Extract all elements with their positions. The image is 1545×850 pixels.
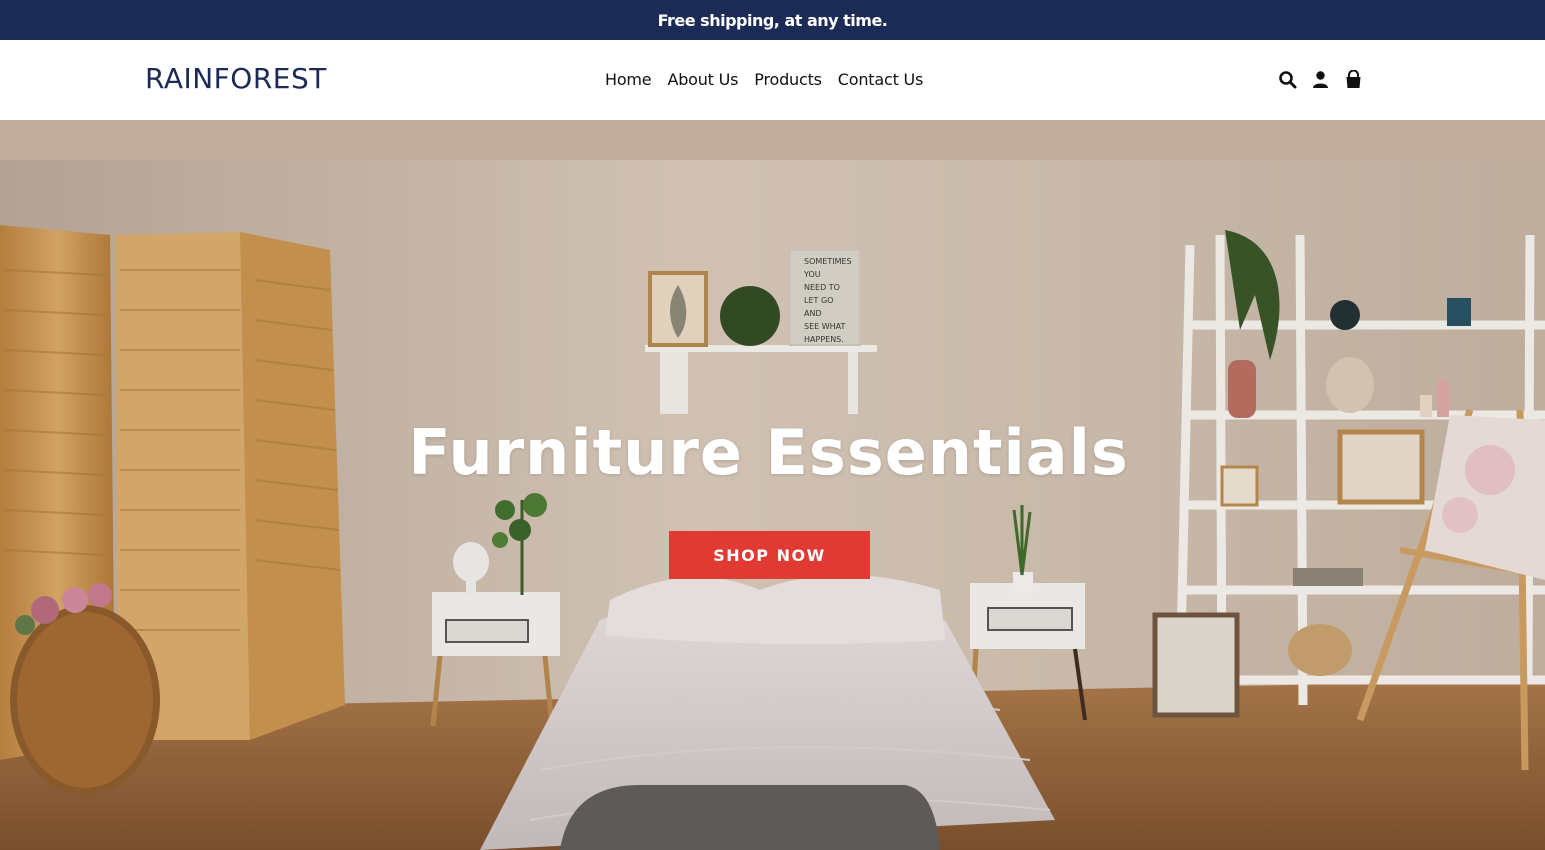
- search-icon[interactable]: [1278, 70, 1297, 89]
- cart-icon[interactable]: [1344, 69, 1363, 89]
- announcement-bar: Free shipping, at any time.: [0, 0, 1545, 40]
- hero-banner: SOMETIMES YOU NEED TO LET GO AND SEE WHA…: [0, 120, 1545, 850]
- nav-contact-us[interactable]: Contact Us: [838, 70, 924, 89]
- site-header: RAINFOREST Home About Us Products Contac…: [0, 40, 1545, 120]
- logo[interactable]: RAINFOREST: [145, 62, 327, 95]
- hero-title: Furniture Essentials: [408, 416, 1129, 489]
- announcement-text: Free shipping, at any time.: [657, 10, 888, 30]
- shop-now-button[interactable]: SHOP NOW: [669, 531, 870, 579]
- header-icons: [1278, 69, 1363, 89]
- account-icon[interactable]: [1311, 70, 1330, 89]
- nav-home[interactable]: Home: [605, 70, 652, 89]
- nav-products[interactable]: Products: [754, 70, 822, 89]
- nav-about-us[interactable]: About Us: [667, 70, 738, 89]
- main-nav: Home About Us Products Contact Us: [605, 70, 923, 89]
